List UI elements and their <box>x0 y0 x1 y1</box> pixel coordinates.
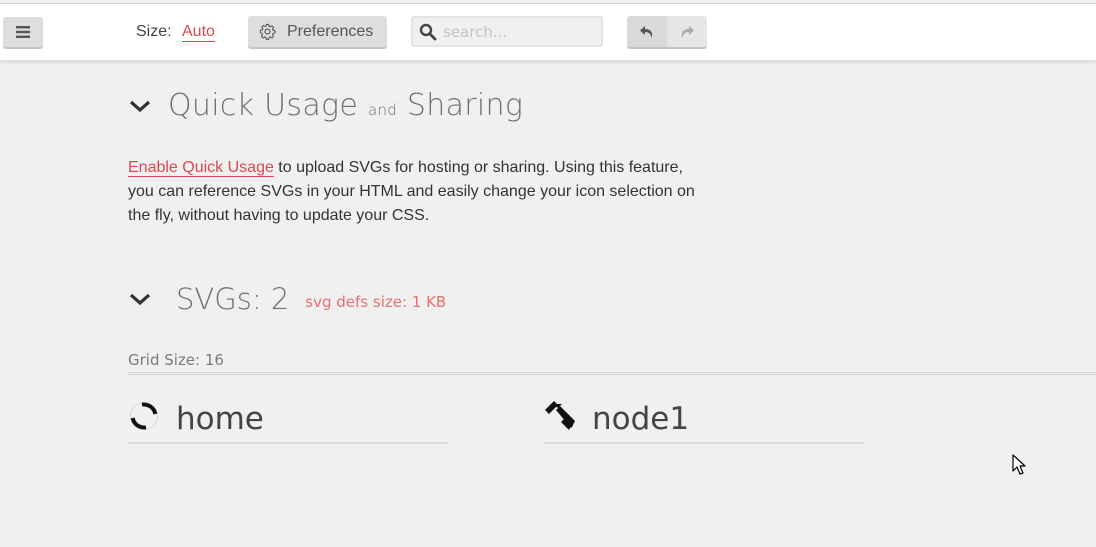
size-label: Size: <box>136 23 172 40</box>
enable-quick-usage-link[interactable]: Enable Quick Usage <box>128 159 274 177</box>
preferences-label: Preferences <box>287 22 374 40</box>
search-icon <box>419 23 437 41</box>
redo-button[interactable] <box>667 16 707 47</box>
grid-divider <box>128 372 1096 375</box>
redo-icon <box>681 25 694 38</box>
gear-icon <box>259 23 276 40</box>
size-dropdown[interactable]: Auto <box>182 23 215 42</box>
preferences-button[interactable]: Preferences <box>248 16 387 47</box>
chevron-down-icon[interactable] <box>128 98 152 114</box>
grid-size-label: Grid Size: 16 <box>128 351 224 369</box>
quick-usage-header[interactable]: Quick Usage and Sharing <box>128 88 523 123</box>
chevron-down-icon[interactable] <box>128 291 152 307</box>
hamburger-menu-icon <box>16 26 30 38</box>
undo-icon <box>640 25 653 38</box>
title-and: and <box>367 101 398 119</box>
menu-button[interactable] <box>3 17 43 47</box>
glyph-name[interactable]: home <box>176 398 264 440</box>
toolbar: Size: Auto Preferences <box>0 4 1096 60</box>
quick-usage-description: Enable Quick Usage to upload SVGs for ho… <box>128 156 708 228</box>
hammer-icon <box>544 400 576 432</box>
search-box <box>411 16 603 47</box>
search-input[interactable] <box>443 22 593 41</box>
svg-defs-size: svg defs size: 1 KB <box>305 293 447 311</box>
undo-redo-group <box>627 16 707 47</box>
title-part1: Quick Usage <box>168 88 359 123</box>
mouse-cursor-icon <box>1012 454 1026 475</box>
quick-usage-title: Quick Usage and Sharing <box>168 88 523 123</box>
svgs-count-title: SVGs: 2 <box>176 282 290 316</box>
glyph-item[interactable]: home <box>128 398 448 444</box>
spinner-circle-icon <box>128 400 160 432</box>
svgs-header[interactable]: SVGs: 2 svg defs size: 1 KB <box>128 282 446 316</box>
glyph-name[interactable]: node1 <box>592 398 689 440</box>
title-part2: Sharing <box>406 88 524 123</box>
undo-button[interactable] <box>627 16 667 47</box>
glyph-item[interactable]: node1 <box>544 398 864 444</box>
